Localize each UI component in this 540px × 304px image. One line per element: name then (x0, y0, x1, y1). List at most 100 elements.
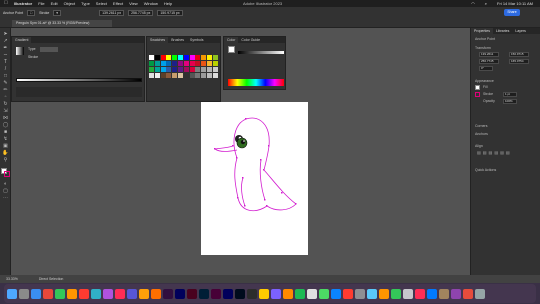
shape-builder-tool-icon[interactable]: ◯ (2, 123, 9, 128)
swatch[interactable] (166, 67, 172, 72)
dock-app-icon[interactable] (259, 288, 269, 299)
color-fill-icon[interactable] (228, 46, 235, 53)
x-field[interactable]: 139.2611 px (99, 10, 125, 16)
tab-symbols[interactable]: Symbols (187, 37, 206, 43)
opacity-field[interactable]: 100% (503, 99, 517, 104)
gradient-tool-icon[interactable]: ■ (2, 130, 9, 135)
pen-tool-icon[interactable]: ✒ (2, 46, 9, 51)
dock-app-icon[interactable] (247, 288, 257, 299)
edit-toolbar-icon[interactable]: ⋯ (2, 196, 9, 201)
menu-window[interactable]: Window (141, 0, 161, 7)
stroke-weight-field[interactable]: 1 pt (503, 92, 517, 97)
dock-app-icon[interactable] (79, 288, 89, 299)
paintbrush-tool-icon[interactable]: ✎ (2, 81, 9, 86)
rotate-tool-icon[interactable]: ↻ (2, 102, 9, 107)
dock-app-icon[interactable] (163, 288, 173, 299)
dock-app-icon[interactable] (439, 288, 449, 299)
swatch[interactable] (183, 67, 189, 72)
menu-view[interactable]: View (126, 0, 141, 7)
tab-libraries[interactable]: Libraries (493, 28, 512, 34)
wifi-icon[interactable]: ◠ (468, 0, 478, 7)
dock-app-icon[interactable] (115, 288, 125, 299)
artboard[interactable] (201, 102, 308, 255)
swatch[interactable] (201, 67, 207, 72)
w-field[interactable]: 150.9715 px (157, 10, 183, 16)
line-tool-icon[interactable]: / (2, 67, 9, 72)
dock-app-icon[interactable] (475, 288, 485, 299)
swatch[interactable] (212, 67, 218, 72)
swatch[interactable] (207, 55, 212, 60)
pencil-tool-icon[interactable]: ✏ (2, 88, 9, 93)
stroke-weight[interactable]: ▾ (53, 10, 62, 16)
swatch[interactable] (189, 67, 195, 72)
dock-app-icon[interactable] (31, 288, 41, 299)
gradient-preview[interactable] (16, 47, 24, 55)
type-tool-icon[interactable]: T (2, 60, 9, 65)
swatch[interactable] (189, 55, 195, 60)
swatch[interactable] (154, 61, 160, 66)
tab-layers[interactable]: Layers (512, 28, 529, 34)
y-field[interactable]: 256.7745 (479, 59, 499, 64)
menu-type[interactable]: Type (78, 0, 93, 7)
dock-app-icon[interactable] (427, 288, 437, 299)
swatch[interactable] (166, 61, 172, 66)
swatch[interactable] (195, 73, 201, 78)
swatch[interactable] (172, 67, 178, 72)
swatch[interactable] (195, 55, 201, 60)
h-field[interactable]: 165.0754 (509, 59, 529, 64)
swatch[interactable] (154, 67, 160, 72)
color-slider[interactable] (238, 51, 284, 54)
swatch[interactable] (189, 73, 195, 78)
menu-file[interactable]: File (35, 0, 47, 7)
swatch[interactable] (154, 73, 160, 78)
gradient-type-buttons[interactable] (40, 47, 58, 52)
menu-help[interactable]: Help (161, 0, 175, 7)
penguin-illustration[interactable] (201, 102, 308, 255)
swatch[interactable] (207, 61, 212, 66)
dock-app-icon[interactable] (307, 288, 317, 299)
hand-tool-icon[interactable]: ✋ (2, 151, 9, 156)
eyedropper-tool-icon[interactable]: ↯ (2, 137, 9, 142)
swatch[interactable] (212, 73, 218, 78)
dock-app-icon[interactable] (223, 288, 233, 299)
dock-app-icon[interactable] (355, 288, 365, 299)
dock-app-icon[interactable] (199, 288, 209, 299)
swatch[interactable] (207, 67, 212, 72)
width-tool-icon[interactable]: ⋈ (2, 116, 9, 121)
dock-app-icon[interactable] (7, 288, 17, 299)
scale-tool-icon[interactable]: ⇲ (2, 109, 9, 114)
swatch[interactable] (201, 73, 207, 78)
swatch[interactable] (201, 55, 207, 60)
dock-app-icon[interactable] (187, 288, 197, 299)
gradient-slider[interactable] (16, 78, 142, 82)
dock-app-icon[interactable] (55, 288, 65, 299)
share-button[interactable]: Share (504, 9, 520, 16)
swatch[interactable] (149, 73, 154, 78)
dock-app-icon[interactable] (463, 288, 473, 299)
dock-app-icon[interactable] (235, 288, 245, 299)
dock-app-icon[interactable] (367, 288, 377, 299)
swatch[interactable] (149, 55, 154, 60)
dock-app-icon[interactable] (151, 288, 161, 299)
tab-gradient[interactable]: Gradient (12, 37, 32, 43)
w-field[interactable]: 150.9715 (509, 52, 529, 57)
dock-app-icon[interactable] (271, 288, 281, 299)
swatch[interactable] (212, 55, 218, 60)
screen-mode-icon[interactable]: ▢ (2, 189, 9, 194)
dock-app-icon[interactable] (91, 288, 101, 299)
dock-app-icon[interactable] (331, 288, 341, 299)
swatch[interactable] (172, 61, 178, 66)
color-spectrum[interactable] (228, 79, 284, 86)
zoom-level[interactable]: 33.33% (6, 277, 18, 281)
y-field[interactable]: 256.7745 px (128, 10, 154, 16)
swatch[interactable] (166, 73, 172, 78)
align-buttons-icon[interactable]: ▤▤▤▤▤▤ (477, 150, 527, 155)
dock-app-icon[interactable] (295, 288, 305, 299)
dock-app-icon[interactable] (211, 288, 221, 299)
search-icon[interactable]: ⌕ (482, 0, 490, 7)
draw-mode-icon[interactable]: ◐ (2, 182, 9, 187)
swatch[interactable] (160, 55, 166, 60)
direct-selection-tool-icon[interactable]: ↗ (2, 39, 9, 44)
dock-app-icon[interactable] (43, 288, 53, 299)
swatch[interactable] (154, 55, 160, 60)
